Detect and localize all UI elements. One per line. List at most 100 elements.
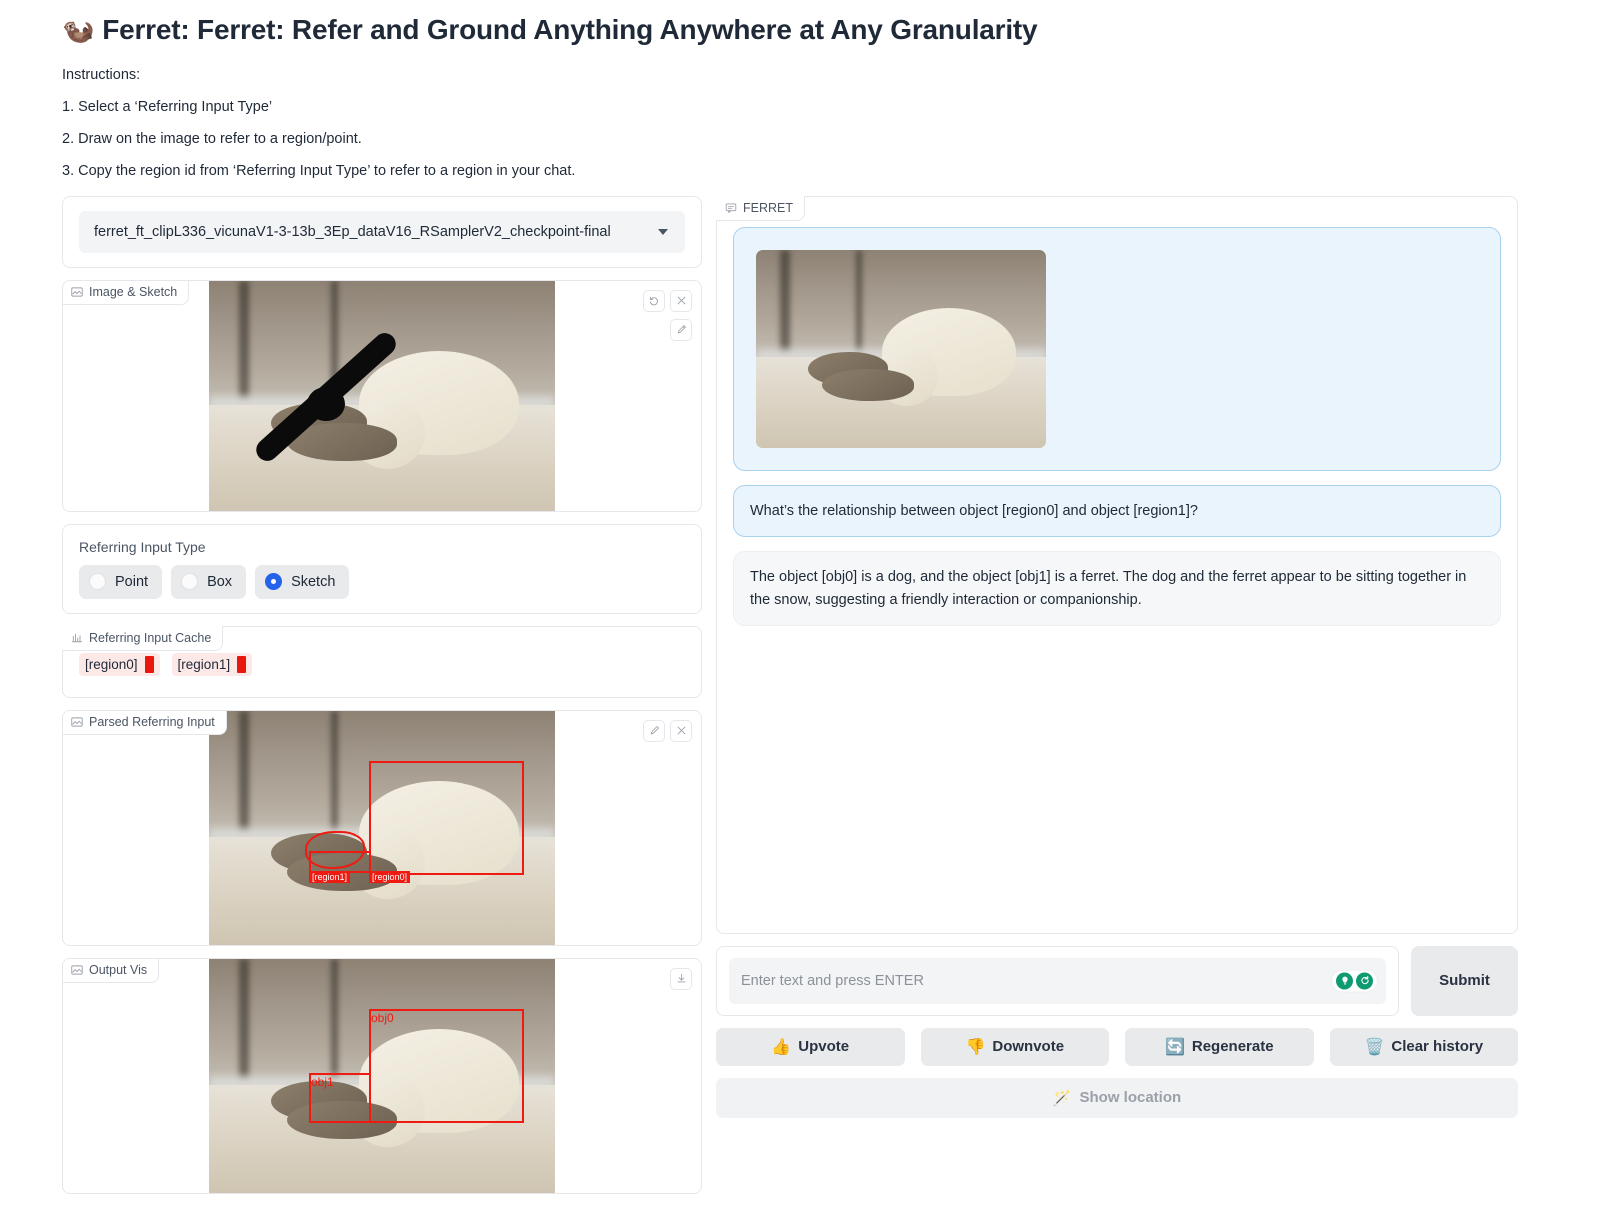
region0-label: [region0] (369, 870, 411, 883)
clear-history-button-label: Clear history (1391, 1038, 1484, 1056)
trash-icon: 🗑️ (1364, 1038, 1385, 1056)
image-icon (71, 717, 83, 727)
chat-messages: What’s the relationship between object [… (717, 197, 1517, 933)
page-title-text: Ferret: Ferret: Refer and Ground Anythin… (102, 14, 1038, 45)
thumbs-up-icon: 👍 (771, 1038, 792, 1056)
magic-wand-icon: 🪄 (1052, 1089, 1072, 1107)
region1-label: [region1] (309, 870, 351, 883)
image-sketch-label-text: Image & Sketch (89, 284, 178, 299)
region1-box (309, 850, 371, 873)
download-icon[interactable] (670, 967, 692, 990)
chat-panel: FERRET What’s the relationship between o… (716, 195, 1518, 934)
parsed-photo: [region1] [region0] (209, 710, 555, 945)
referring-input-type-radios: Point Box Sketch (79, 564, 685, 599)
action-buttons-row: 👍 Upvote 👎 Downvote 🔄 Regenerate 🗑️ Clea… (716, 1027, 1518, 1066)
radio-box[interactable]: Box (171, 564, 247, 599)
downvote-button-label: Downvote (992, 1038, 1065, 1056)
regenerate-button[interactable]: 🔄 Regenerate (1125, 1027, 1314, 1066)
submit-button[interactable]: Submit (1411, 945, 1518, 1016)
chat-label: FERRET (716, 195, 805, 221)
image-sketch-label: Image & Sketch (63, 280, 190, 305)
instruction-step-3: 3. Copy the region id from ‘Referring In… (62, 162, 576, 179)
model-select-value: ferret_ft_clipL336_vicunaV1-3-13b_3Ep_da… (94, 223, 611, 240)
radio-sketch-indicator[interactable] (265, 573, 283, 591)
image-sketch-toolbar (643, 289, 692, 312)
parsed-referring-input-canvas[interactable]: [region1] [region0] (63, 710, 701, 945)
parsed-referring-input-toolbar (643, 719, 692, 742)
image-sketch-panel[interactable]: Image & Sketch (62, 279, 702, 512)
chat-image[interactable] (756, 249, 1046, 448)
parsed-referring-input-label-text: Parsed Referring Input (89, 714, 215, 729)
region-chip-1-swatch (237, 655, 247, 673)
obj1-label: obj1 (311, 1074, 334, 1089)
chevron-down-icon[interactable] (658, 228, 668, 235)
image-icon (71, 287, 83, 297)
chat-message-user-text: What’s the relationship between object [… (733, 484, 1501, 538)
region-chip-1-text: [region1] (177, 656, 231, 672)
undo-icon[interactable] (643, 289, 665, 312)
right-column: FERRET What’s the relationship between o… (716, 195, 1518, 1118)
upvote-button[interactable]: 👍 Upvote (716, 1027, 905, 1066)
obj0-label: obj0 (371, 1010, 394, 1025)
show-location-button-label: Show location (1079, 1089, 1182, 1107)
radio-box-label: Box (207, 573, 233, 590)
lightbulb-icon[interactable] (1336, 972, 1353, 990)
obj0-box (369, 1008, 524, 1123)
region0-box (369, 760, 524, 875)
thumbs-down-icon: 👎 (965, 1038, 986, 1056)
model-select[interactable]: ferret_ft_clipL336_vicunaV1-3-13b_3Ep_da… (79, 210, 685, 253)
model-select-block: ferret_ft_clipL336_vicunaV1-3-13b_3Ep_da… (62, 195, 702, 268)
composer-input[interactable]: Enter text and press ENTER (729, 957, 1386, 1004)
instructions-label: Instructions: (62, 67, 141, 83)
chat-message-assistant: The object [obj0] is a dog, and the obje… (733, 551, 1501, 627)
radio-point-indicator[interactable] (89, 573, 106, 591)
region-chip-0[interactable]: [region0] (79, 652, 160, 676)
pencil-icon[interactable] (643, 719, 665, 742)
main-columns: ferret_ft_clipL336_vicunaV1-3-13b_3Ep_da… (0, 195, 1619, 1194)
left-column: ferret_ft_clipL336_vicunaV1-3-13b_3Ep_da… (62, 195, 702, 1194)
regenerate-icon: 🔄 (1164, 1038, 1185, 1056)
composer-icons (1332, 970, 1377, 992)
chat-message-assistant-content: The object [obj0] is a dog, and the obje… (750, 569, 1467, 608)
region-chip-0-text: [region0] (85, 656, 138, 672)
show-location-button[interactable]: 🪄 Show location (716, 1077, 1518, 1118)
instruction-step-1: 1. Select a ‘Referring Input Type’ (62, 98, 273, 115)
ferret-emoji-icon: 🦦 (62, 14, 95, 45)
region-chip-0-swatch (144, 655, 154, 673)
chart-icon (72, 633, 82, 642)
sketch-blob (307, 386, 345, 421)
chat-message-user-image (733, 226, 1501, 471)
upvote-button-label: Upvote (798, 1038, 850, 1056)
regenerate-button-label: Regenerate (1191, 1038, 1274, 1056)
region-chip-1[interactable]: [region1] (171, 652, 253, 676)
radio-sketch-label: Sketch (291, 573, 336, 590)
output-photo: obj0 obj1 (209, 958, 555, 1193)
referring-input-type-label: Referring Input Type (79, 538, 206, 555)
referring-input-cache-label-text: Referring Input Cache (89, 630, 212, 645)
referring-input-cache-label: Referring Input Cache (62, 625, 224, 651)
composer-placeholder: Enter text and press ENTER (741, 972, 924, 989)
radio-point[interactable]: Point (79, 564, 163, 599)
radio-box-indicator[interactable] (181, 573, 199, 591)
radio-point-label: Point (115, 573, 149, 590)
refresh-icon[interactable] (1356, 972, 1373, 990)
chat-icon (725, 203, 737, 213)
parsed-referring-input-panel[interactable]: Parsed Referring Input [region1] [region… (62, 709, 702, 946)
page-title: 🦦 Ferret: Ferret: Refer and Ground Anyth… (62, 14, 1619, 46)
clear-history-button[interactable]: 🗑️ Clear history (1329, 1027, 1518, 1066)
output-vis-toolbar (670, 967, 692, 990)
output-vis-panel[interactable]: Output Vis obj0 obj1 (62, 957, 702, 1194)
output-vis-label: Output Vis (63, 958, 160, 983)
output-vis-label-text: Output Vis (89, 962, 148, 977)
sketch-photo[interactable] (209, 280, 555, 511)
referring-input-type-block: Referring Input Type Point Box Sketch (62, 523, 702, 614)
image-sketch-brush-toolbar (670, 318, 692, 341)
radio-sketch[interactable]: Sketch (255, 564, 350, 599)
brush-icon[interactable] (670, 318, 692, 341)
downvote-button[interactable]: 👎 Downvote (920, 1027, 1109, 1066)
close-icon[interactable] (670, 719, 692, 742)
referring-input-cache-block: Referring Input Cache [region0] [region1… (62, 625, 702, 698)
close-icon[interactable] (670, 289, 692, 312)
image-sketch-canvas[interactable] (63, 280, 701, 511)
instructions: Instructions: 1. Select a ‘Referring Inp… (62, 67, 1619, 180)
